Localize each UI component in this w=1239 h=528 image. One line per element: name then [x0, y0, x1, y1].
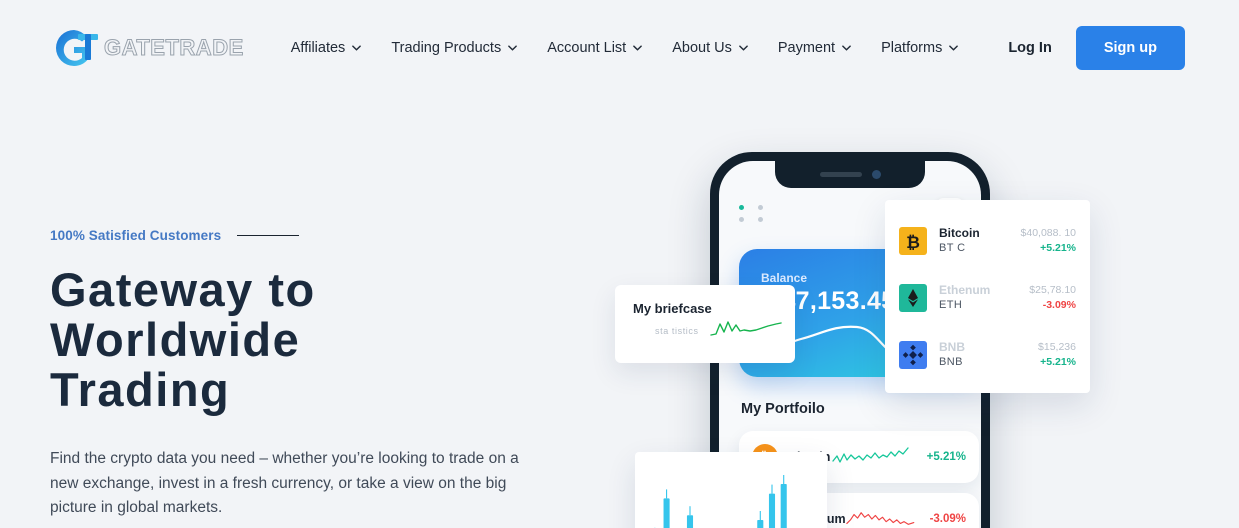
watchlist-row-price: $15,236 [1038, 341, 1076, 353]
bar-chart-card [635, 452, 827, 528]
watchlist-row-values: $15,236 +5.21% [1038, 340, 1076, 370]
bitcoin-icon: ₿ [899, 227, 927, 255]
line-sparkline-icon [832, 447, 909, 463]
watchlist-row-text: Ethenum ETH [939, 283, 990, 313]
eyebrow-divider [237, 234, 300, 237]
nav-label: About Us [672, 40, 732, 56]
line-sparkline-icon [845, 512, 914, 525]
portfolio-row-change: +5.21% [926, 451, 966, 463]
brand-logo[interactable]: GATETRADE [52, 26, 244, 70]
brand-name: GATETRADE [104, 35, 244, 61]
line-sparkline-icon [710, 321, 782, 336]
watchlist-row-symbol: BNB [939, 356, 963, 368]
nav-label: Trading Products [391, 40, 502, 56]
main-navigation: Affiliates Trading Products Account List… [276, 34, 974, 62]
chevron-down-icon [842, 45, 851, 51]
signup-button[interactable]: Sign up [1075, 26, 1185, 70]
nav-label: Payment [777, 40, 836, 56]
gatetrade-logo-icon [52, 26, 100, 70]
svg-text:₿: ₿ [906, 233, 920, 252]
binance-icon [899, 341, 927, 369]
watchlist-row-change: +5.21% [1040, 356, 1076, 368]
hero-paragraph: Find the crypto data you need – whether … [50, 450, 519, 516]
chevron-down-icon [633, 45, 643, 51]
nav-item-trading-products[interactable]: Trading Products [376, 34, 532, 62]
watchlist-row-values: $25,78.10 -3.09% [1029, 283, 1076, 313]
balance-label: Balance [761, 271, 808, 285]
site-header: GATETRADE Affiliates Trading Products Ac… [0, 0, 1239, 96]
watchlist-row-text: Bitcoin BT C [939, 226, 980, 256]
nav-label: Account List [547, 40, 627, 56]
page-title: Gateway to Worldwide Trading [50, 265, 570, 415]
briefcase-card: My briefcase sta tistics [615, 285, 795, 363]
watchlist-row-values: $40,088. 10 +5.21% [1021, 226, 1076, 256]
watchlist-row-symbol: BT C [939, 242, 966, 254]
watchlist-card: ₿ Bitcoin BT C $40,088. 10 +5.21% Ethenu… [885, 200, 1090, 393]
nav-item-platforms[interactable]: Platforms [866, 34, 973, 62]
nav-item-account-list[interactable]: Account List [532, 34, 657, 62]
hero-illustration: Balance $ 47,153.45 My Portfoilo ₿ Bitco… [600, 130, 1239, 528]
watchlist-row-name: Bitcoin [939, 226, 980, 240]
login-link[interactable]: Log In [1008, 40, 1052, 56]
portfolio-title: My Portfoilo [741, 401, 825, 417]
hero-eyebrow-row: 100% Satisfied Customers [50, 228, 570, 243]
hero-title-line-1: Gateway to [50, 263, 316, 316]
watchlist-row-change: +5.21% [1040, 242, 1076, 254]
hero-title-line-2: Worldwide [50, 313, 301, 366]
landing-page: GATETRADE Affiliates Trading Products Ac… [0, 0, 1239, 528]
hero-title-line-3: Trading [50, 363, 231, 416]
nav-item-about-us[interactable]: About Us [657, 34, 763, 62]
hero-eyebrow: 100% Satisfied Customers [50, 228, 222, 243]
watchlist-row-price: $40,088. 10 [1020, 227, 1076, 239]
nav-label: Affiliates [290, 40, 346, 56]
nav-item-affiliates[interactable]: Affiliates [276, 34, 377, 62]
watchlist-row-name: BNB [939, 340, 965, 354]
header-actions: Log In Sign up [1008, 26, 1185, 70]
portfolio-row-change: -3.09% [929, 513, 966, 525]
nav-item-payment[interactable]: Payment [763, 34, 866, 62]
watchlist-row-change: -3.09% [1042, 299, 1076, 311]
watchlist-row-text: BNB BNB [939, 340, 965, 370]
hero-copy: 100% Satisfied Customers Gateway to Worl… [50, 228, 570, 521]
bar-chart-icon [654, 475, 787, 528]
briefcase-title: My briefcase [633, 301, 712, 316]
phone-notch [775, 161, 925, 188]
chevron-down-icon [739, 45, 748, 51]
watchlist-row-ethereum[interactable]: Ethenum ETH $25,78.10 -3.09% [899, 275, 1076, 321]
watchlist-row-price: $25,78.10 [1029, 284, 1076, 296]
ethereum-icon [899, 284, 927, 312]
speaker-icon [819, 172, 862, 177]
chevron-down-icon [352, 45, 362, 51]
grid-dots-icon[interactable] [739, 205, 770, 222]
watchlist-row-symbol: ETH [939, 299, 963, 311]
camera-icon [871, 170, 881, 179]
watchlist-row-bnb[interactable]: BNB BNB $15,236 +5.21% [899, 332, 1076, 378]
nav-label: Platforms [881, 40, 943, 56]
chevron-down-icon [508, 45, 518, 51]
watchlist-row-name: Ethenum [939, 283, 991, 297]
watchlist-row-bitcoin[interactable]: ₿ Bitcoin BT C $40,088. 10 +5.21% [899, 218, 1076, 264]
chevron-down-icon [949, 45, 959, 51]
